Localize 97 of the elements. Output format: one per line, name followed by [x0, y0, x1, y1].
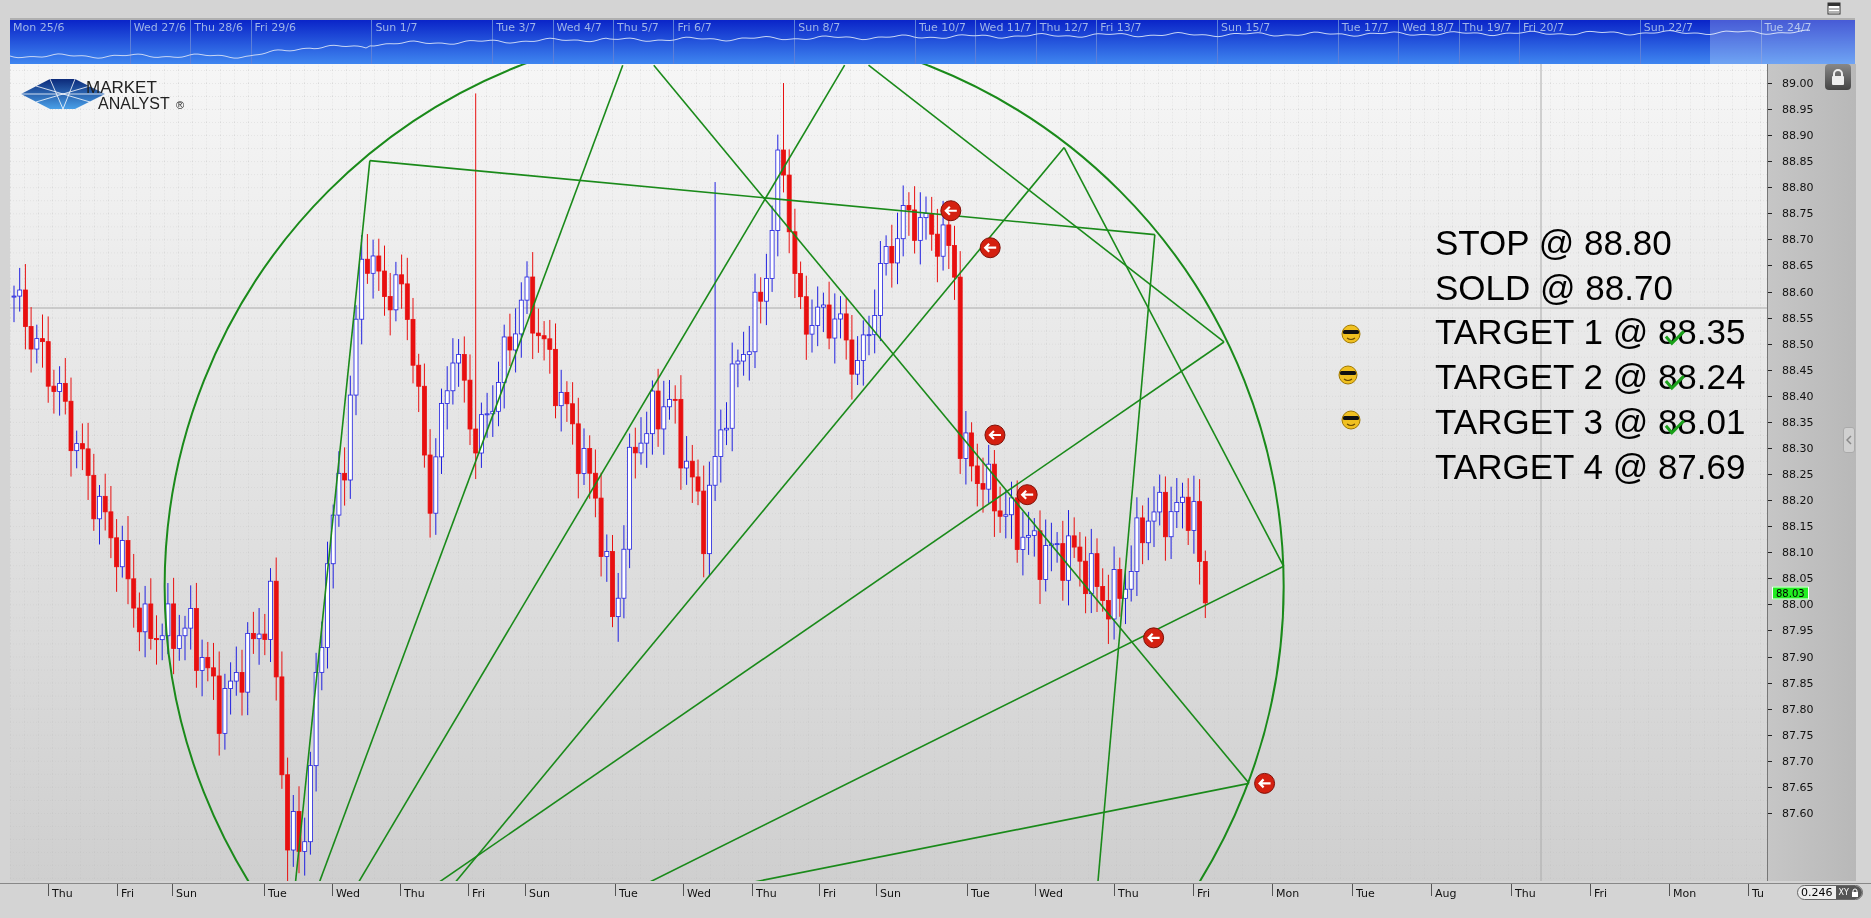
navigator-date: Mon 25/6: [13, 21, 65, 34]
chart-panel[interactable]: MARKET ANALYST ® STOP @ 88.80 SOLD @ 88.70 TARGET 1 @ 88.35 TARGET 2 @ 88.24 TARGET 3 @ 88.01 TARGET 4 @ 87.69: [10, 64, 1767, 881]
time-axis-label: Thu: [1118, 887, 1139, 900]
navigator-date: Fri 6/7: [677, 21, 712, 34]
price-tick-label: 88.05: [1782, 571, 1814, 585]
time-axis-label: Sun: [880, 887, 901, 900]
lock-button[interactable]: [1825, 64, 1851, 90]
price-tick-label: 87.90: [1782, 650, 1814, 664]
price-tick-label: 88.50: [1782, 337, 1814, 351]
price-tick-label: 87.85: [1782, 676, 1814, 690]
time-axis-label: Mon: [1673, 887, 1697, 900]
price-tick-label: 88.45: [1782, 363, 1814, 377]
navigator-date: Thu 5/7: [617, 21, 659, 34]
navigator-date: Wed 11/7: [979, 21, 1032, 34]
price-tick-label: 88.90: [1782, 128, 1814, 142]
navigator-date: Sun 22/7: [1643, 21, 1693, 34]
trade-note: TARGET 1 @ 88.35: [1435, 312, 1746, 352]
price-tick-label: 88.40: [1782, 389, 1814, 403]
price-tick-label: 87.80: [1782, 702, 1814, 716]
price-tick-label: 88.00: [1782, 597, 1814, 611]
price-tick-label: 87.65: [1782, 780, 1814, 794]
navigator-date: Sun 8/7: [798, 21, 841, 34]
trade-note: TARGET 2 @ 88.24: [1435, 357, 1746, 397]
smiley-sunglasses-icon: [1341, 410, 1361, 430]
time-axis-label: Fri: [1594, 887, 1608, 900]
smiley-sunglasses-icon: [1341, 324, 1361, 344]
price-tick-label: 89.00: [1782, 76, 1814, 90]
time-axis-label: Tue: [619, 887, 638, 900]
time-axis-label: Fri: [121, 887, 135, 900]
time-axis-label: Tue: [971, 887, 990, 900]
price-tick-label: 88.75: [1782, 206, 1814, 220]
navigator-date: Thu 28/6: [194, 21, 244, 34]
price-tick-label: 88.15: [1782, 519, 1814, 533]
time-axis-label: Wed: [687, 887, 711, 900]
navigator-date: Fri 13/7: [1100, 21, 1142, 34]
price-tick-label: 87.60: [1782, 806, 1814, 820]
smiley-sunglasses-icon: [1338, 365, 1358, 385]
time-axis-label: Fri: [823, 887, 837, 900]
navigator-date: Tue 24/7: [1764, 21, 1812, 34]
trade-note: TARGET 3 @ 88.01: [1435, 401, 1746, 441]
time-axis-label: Wed: [1039, 887, 1063, 900]
price-tick-label: 88.10: [1782, 545, 1814, 559]
price-tick-label: 88.20: [1782, 493, 1814, 507]
zoom-field[interactable]: 0.246 XY: [1797, 885, 1863, 900]
navigator-date: Thu 12/7: [1039, 21, 1089, 34]
trade-note: STOP @ 88.80: [1435, 223, 1672, 262]
time-axis-label: Wed: [336, 887, 360, 900]
time-axis-label: Mon: [1276, 887, 1300, 900]
lock-icon: [1831, 69, 1845, 85]
price-tick-label: 88.85: [1782, 154, 1814, 168]
logo-text: MARKET: [86, 78, 157, 97]
xy-lock-toggle[interactable]: XY: [1835, 886, 1862, 899]
navigator-date: Fri 20/7: [1523, 21, 1565, 34]
price-tick-label: 88.70: [1782, 232, 1814, 246]
price-tick-label: 88.35: [1782, 415, 1814, 429]
registered-mark: ®: [176, 99, 185, 111]
time-axis-label: Tue: [1356, 887, 1375, 900]
time-axis-label: Fri: [1197, 887, 1211, 900]
navigator-date: Wed 4/7: [556, 21, 602, 34]
time-axis-label: Thu: [52, 887, 73, 900]
time-axis-label: Thu: [1515, 887, 1536, 900]
time-axis-label: Tu: [1752, 887, 1765, 900]
calendar-icon[interactable]: [1827, 2, 1841, 15]
navigator-date: Tue 10/7: [919, 21, 966, 34]
navigator-date: Tue 3/7: [496, 21, 537, 34]
navigator-date: Thu 19/7: [1462, 21, 1512, 34]
time-axis-label: Sun: [529, 887, 550, 900]
navigator-date: Fri 29/6: [254, 21, 296, 34]
trade-note: SOLD @ 88.70: [1435, 267, 1673, 307]
price-tick-label: 87.70: [1782, 754, 1814, 768]
time-axis-label: Sun: [176, 887, 197, 900]
time-axis-label: Tue: [268, 887, 287, 900]
navigator-date: Wed 27/6: [133, 21, 186, 34]
price-tick-label: 87.75: [1782, 728, 1814, 742]
time-axis-label: Fri: [472, 887, 486, 900]
time-axis-label: Thu: [404, 887, 425, 900]
price-tick-label: 88.25: [1782, 467, 1814, 481]
navigator-date: Wed 18/7: [1402, 21, 1455, 34]
price-tick-label: 88.30: [1782, 441, 1814, 455]
last-price-label: 88.03: [1772, 586, 1809, 600]
lock-icon: [1850, 888, 1859, 897]
time-axis-label: Aug: [1435, 887, 1457, 900]
price-tick-label: 87.95: [1782, 623, 1814, 637]
navigator-date: Sun 1/7: [375, 21, 418, 34]
logo-text: ANALYST: [98, 95, 170, 112]
collapse-handle[interactable]: [1843, 427, 1855, 453]
price-tick-label: 88.95: [1782, 102, 1814, 116]
navigator-date: Sun 15/7: [1221, 21, 1271, 34]
price-tick-label: 88.80: [1782, 180, 1814, 194]
trade-note: TARGET 4 @ 87.69: [1435, 446, 1746, 486]
price-tick-label: 88.55: [1782, 311, 1814, 325]
chevron-left-icon: [1846, 435, 1852, 445]
time-axis-label: Thu: [756, 887, 777, 900]
navigator-bar[interactable]: [10, 20, 1855, 64]
navigator-date: Tue 17/7: [1341, 21, 1389, 34]
price-tick-label: 88.65: [1782, 259, 1814, 272]
price-tick-label: 88.60: [1782, 285, 1814, 299]
